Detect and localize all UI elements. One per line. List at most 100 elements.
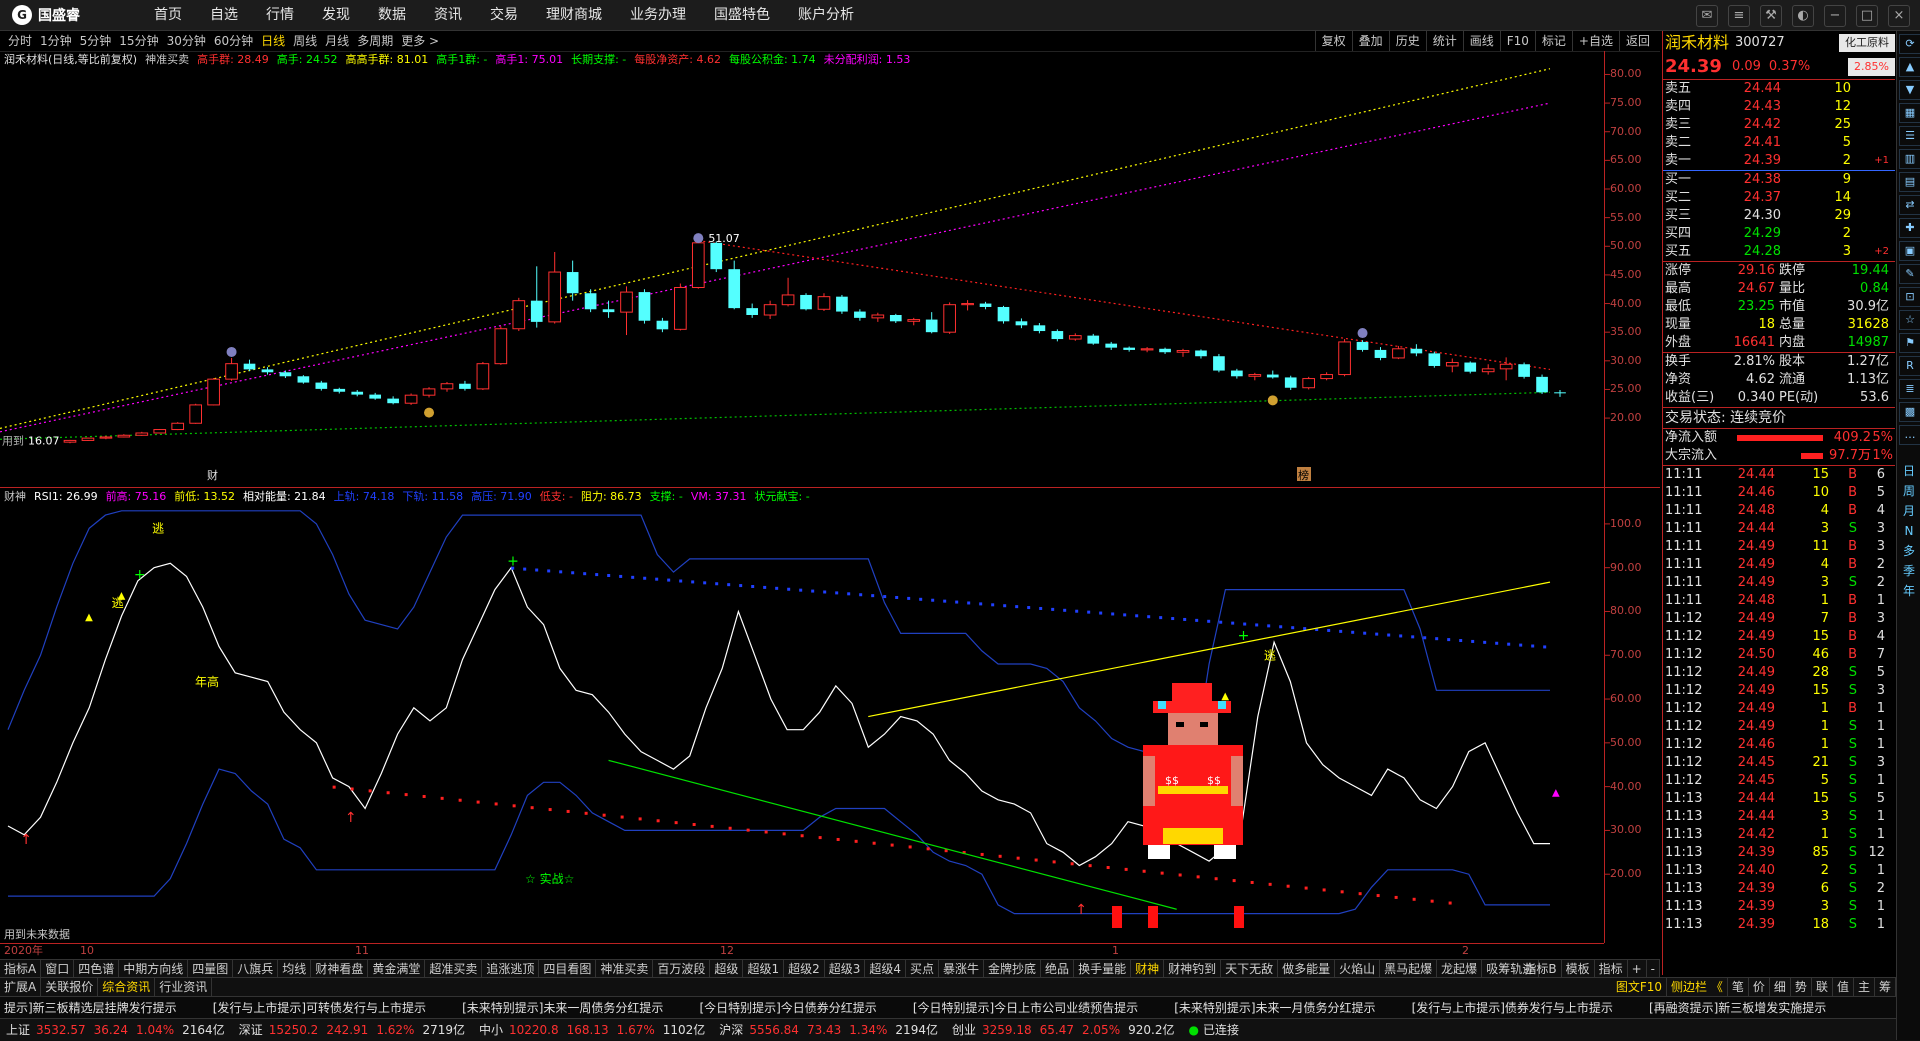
period-tab[interactable]: 多周期 [353,31,397,51]
up-arrow-icon[interactable]: ▲ [1899,57,1920,77]
indicator-tab[interactable]: 黑马起爆 [1380,960,1438,978]
chart-tool-button[interactable]: 历史 [1388,31,1426,51]
period-shortcut[interactable]: 周 [1897,481,1920,501]
minimize-icon[interactable]: − [1824,5,1846,27]
sidebar-tab[interactable]: 主 [1854,978,1875,996]
period-tab[interactable]: 30分钟 [163,31,210,51]
ticker-item[interactable]: [未来特别提示]未来一周债务分红提示 [462,997,663,1019]
period-tab[interactable]: 周线 [289,31,321,51]
indicator-control[interactable]: 指标 [1595,960,1628,978]
grid-icon[interactable]: ▦ [1899,103,1920,123]
indicator-tab[interactable]: 财神 [1131,960,1165,978]
sidebar-tab[interactable]: 联 [1812,978,1833,996]
list-icon[interactable]: ☰ [1899,126,1920,146]
index-quote[interactable]: 创业 3259.18 65.47 2.05% 920.2亿 [952,1019,1174,1041]
more-icon[interactable]: … [1899,425,1920,445]
lock-icon[interactable]: ⊡ [1899,287,1920,307]
indicator-tab[interactable]: 超准买卖 [425,960,483,978]
indicator-tab[interactable]: 做多能量 [1278,960,1336,978]
indicator-tab[interactable]: 超级1 [743,960,785,978]
bar-icon[interactable]: ▤ [1899,172,1920,192]
ask-row[interactable]: 卖二 24.41 5 [1663,134,1895,152]
nav-item[interactable]: 账户分析 [784,0,868,30]
brand-logo[interactable]: G 国盛睿 [12,4,80,26]
skin-icon[interactable]: ◐ [1792,5,1814,27]
indicator-tab[interactable]: 八旗兵 [233,960,279,978]
nav-item[interactable]: 数据 [364,0,420,30]
ask-row[interactable]: 卖五 24.44 10 [1663,80,1895,98]
ticker-item[interactable]: [未来特别提示]未来一月债务分红提示 [1174,997,1375,1019]
maximize-icon[interactable]: □ [1856,5,1878,27]
ask-row[interactable]: 卖四 24.43 12 [1663,98,1895,116]
chart-tool-button[interactable]: F10 [1499,31,1535,51]
ticker-item[interactable]: [今日特别提示]今日债券分红提示 [699,997,876,1019]
index-quote[interactable]: 上证 3532.57 36.24 1.04% 2164亿 [6,1019,225,1041]
chart-tool-button[interactable]: 画线 [1462,31,1500,51]
ticker-item[interactable]: [发行与上市提示]债券发行与上市提示 [1412,997,1613,1019]
indicator-tab[interactable]: 神准买卖 [596,960,654,978]
indicator-tab[interactable]: 财神看盘 [311,960,369,978]
indicator-tab[interactable]: 中期方向线 [119,960,189,978]
indicator-tab[interactable]: 指标A [0,960,42,978]
cross-icon[interactable]: ✚ [1899,218,1920,238]
nav-item[interactable]: 理财商城 [532,0,616,30]
period-tab[interactable]: 5分钟 [76,31,116,51]
indicator-tab[interactable]: 超级4 [865,960,906,978]
sidebar-tab[interactable]: 筹 [1875,978,1896,996]
indicator-control[interactable]: 指标B [1520,960,1562,978]
indicator-tab[interactable]: 天下无敌 [1221,960,1279,978]
extension-tab[interactable]: 扩展A [0,978,42,996]
chart-tool-button[interactable]: +自选 [1571,31,1619,51]
index-quote[interactable]: 深证 15250.2 242.91 1.62% 2719亿 [239,1019,465,1041]
chart-tool-button[interactable]: 标记 [1534,31,1572,51]
sidebar-tab[interactable]: 侧边栏 《 [1667,978,1728,996]
sidebar-tab[interactable]: 值 [1833,978,1854,996]
period-tab[interactable]: 1分钟 [36,31,76,51]
indicator-tab[interactable]: 四目看图 [539,960,597,978]
chart-icon[interactable]: ▥ [1899,149,1920,169]
ticker-item[interactable]: [今日特别提示]今日上市公司业绩预告提示 [913,997,1138,1019]
sidebar-tab[interactable]: 细 [1770,978,1791,996]
ticker-item[interactable]: 提示]新三板精选层挂牌发行提示 [4,997,177,1019]
period-tab[interactable]: 分时 [4,31,36,51]
nav-item[interactable]: 交易 [476,0,532,30]
nav-item[interactable]: 国盛特色 [700,0,784,30]
extension-tab[interactable]: 综合资讯 [98,978,156,996]
indicator-tab[interactable]: 绝品 [1041,960,1075,978]
message-icon[interactable]: ✉ [1696,5,1718,27]
sidebar-tab[interactable]: 图文F10 [1612,978,1668,996]
indicator-tab[interactable]: 超级2 [784,960,825,978]
chart-tool-button[interactable]: 统计 [1425,31,1463,51]
period-tab[interactable]: 月线 [321,31,353,51]
compare-icon[interactable]: ⇄ [1899,195,1920,215]
rsi-icon[interactable]: R [1899,356,1920,376]
kline-chart[interactable]: 润禾材料(日线,等比前复权) 神准买卖 高手群: 28.49 高手: 24.52 高高手… [0,51,1660,486]
close-icon[interactable]: × [1888,5,1910,27]
indicator-control[interactable]: - [1647,960,1660,978]
news-ticker[interactable]: 提示]新三板精选层挂牌发行提示 [发行与上市提示]可转债发行与上市提示 [未来特别提… [0,996,1920,1019]
nav-item[interactable]: 发现 [308,0,364,30]
ticker-item[interactable]: [再融资提示]新三板增发实施提示 [1649,997,1826,1019]
nav-item[interactable]: 自选 [196,0,252,30]
ask-row[interactable]: 卖一 24.39 2 +1 [1663,152,1895,170]
down-arrow-icon[interactable]: ▼ [1899,80,1920,100]
indicator-tab[interactable]: 换手量能 [1074,960,1132,978]
bid-row[interactable]: 买五 24.28 3 +2 [1663,243,1895,261]
period-tab[interactable]: 60分钟 [210,31,257,51]
tool-icon[interactable]: ⚒ [1760,5,1782,27]
indicator-tab[interactable]: 均线 [278,960,312,978]
indicator-tab[interactable]: 百万波段 [653,960,711,978]
period-tab[interactable]: 15分钟 [115,31,162,51]
ticker-item[interactable]: [发行与上市提示]可转债发行与上市提示 [213,997,426,1019]
sidebar-tab[interactable]: 价 [1749,978,1770,996]
menu-icon[interactable]: ≡ [1728,5,1750,27]
indicator-tab[interactable]: 龙起爆 [1437,960,1483,978]
indicator-tab[interactable]: 四色谱 [74,960,120,978]
indicator-tab[interactable]: 财神钓到 [1164,960,1222,978]
tick-list[interactable]: 11:11 24.44 15 B 6 11:11 24.46 10 B 5 11:11 24.48 4 B… [1663,465,1895,934]
chart-tool-button[interactable]: 叠加 [1351,31,1389,51]
bid-row[interactable]: 买二 24.37 14 [1663,189,1895,207]
extension-tab[interactable]: 关联报价 [41,978,99,996]
period-shortcut[interactable]: 年 [1897,581,1920,601]
bid-row[interactable]: 买一 24.38 9 [1663,171,1895,189]
